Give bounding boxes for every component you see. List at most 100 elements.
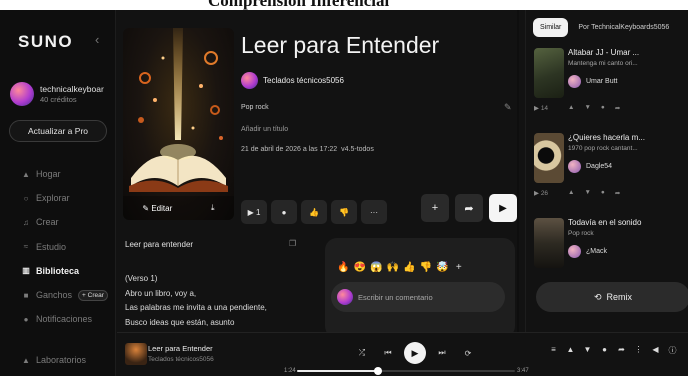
play-icon: ▶ [247, 207, 254, 217]
thumbs-down-icon[interactable]: ▼ [584, 104, 590, 112]
user-profile[interactable]: technicalkeyboar 40 créditos [10, 82, 104, 106]
song-author[interactable]: Teclados técnicos5056 [241, 72, 344, 89]
more-options-icon[interactable]: ⋮ [630, 345, 647, 356]
download-icon[interactable]: ⤓ [211, 203, 215, 213]
studio-icon: ≈ [23, 242, 29, 252]
sidebar-item-label: Estudio [36, 241, 67, 252]
tab-by-author[interactable]: Por TechnicalKeyboards5056 [571, 18, 676, 37]
add-to-playlist-button[interactable]: + [421, 194, 449, 222]
related-song-author[interactable]: ¿Mack [568, 245, 607, 258]
remix-button[interactable]: ⟲ Remix [536, 282, 688, 312]
home-icon: ▲ [22, 169, 30, 179]
add-reaction-icon[interactable]: + [451, 262, 468, 273]
volume-icon[interactable]: ◀ [647, 345, 664, 356]
player-play-button[interactable]: ▶ [404, 342, 426, 364]
related-tabs: Similar Por TechnicalKeyboards5056 [533, 18, 679, 37]
tab-similar[interactable]: Similar [533, 18, 569, 37]
player-thumbnail[interactable] [125, 343, 147, 365]
share-icon[interactable]: ➦ [613, 345, 630, 356]
reaction-raised-hands[interactable]: 🙌 [385, 262, 402, 273]
related-song-title: Altabar JJ - Umar ... [568, 48, 640, 57]
create-hook-button[interactable]: + Crear [78, 289, 108, 301]
chevron-left-icon[interactable]: ‹ [95, 32, 99, 47]
user-credits: 40 créditos [40, 95, 77, 104]
share-button[interactable]: ➦ [455, 194, 483, 222]
sidebar-item-library[interactable]: ▥ Biblioteca [0, 259, 116, 283]
sidebar-item-label: Ganchos [36, 290, 73, 301]
comment-icon[interactable]: ● [601, 189, 605, 197]
suno-logo[interactable]: SUNO [18, 32, 73, 52]
play-count-button[interactable]: ▶ 1 [241, 200, 267, 224]
song-genre: Pop rock [241, 104, 269, 111]
author-name: Teclados técnicos5056 [263, 76, 344, 85]
progress-handle[interactable] [373, 367, 382, 375]
reaction-fire[interactable]: 🔥 [335, 262, 352, 273]
sidebar-item-labs[interactable]: ▲ Laboratorios [0, 348, 86, 372]
queue-icon[interactable]: ≡ [545, 345, 562, 356]
related-song-author[interactable]: Dagle54 [568, 160, 612, 173]
progress-fill [297, 370, 378, 372]
next-icon[interactable]: ⏭ [429, 348, 455, 358]
repeat-icon[interactable]: ⟳ [455, 349, 481, 358]
thumbs-down-icon[interactable]: ▼ [584, 189, 590, 197]
play-icon: ▶ [499, 202, 507, 214]
sidebar-item-home[interactable]: ▲ Hogar [0, 162, 116, 186]
page-caption-strip: Comprensión Inferencial [0, 0, 688, 10]
comment-input[interactable]: Escribir un comentario [331, 282, 505, 312]
share-icon[interactable]: ➦ [615, 104, 620, 112]
page-caption: Comprensión Inferencial [208, 0, 390, 10]
thumbs-up-icon[interactable]: ▲ [562, 345, 579, 356]
pencil-icon: ✎ [142, 203, 150, 213]
progress-bar[interactable] [297, 367, 515, 375]
sidebar-item-explore[interactable]: ○ Explorar [0, 186, 116, 210]
library-icon: ▥ [22, 266, 30, 276]
comment-icon[interactable]: ● [596, 345, 613, 356]
comment-icon[interactable]: ● [601, 104, 605, 112]
lyrics-line: Busco ideas que están, asunto [125, 317, 235, 327]
upgrade-button[interactable]: Actualizar a Pro [9, 120, 107, 142]
main-scrollbar[interactable] [517, 10, 519, 332]
sidebar-item-create[interactable]: ♫ Crear [0, 210, 116, 234]
reaction-mind-blown[interactable]: 🤯 [434, 262, 451, 273]
edit-details-icon[interactable]: ✎ [504, 102, 512, 113]
reaction-thumbs-down[interactable]: 👎 [418, 262, 435, 273]
reaction-scream[interactable]: 😱 [368, 262, 385, 273]
sidebar-item-notifications[interactable]: ● Notificaciones [0, 307, 116, 331]
share-icon[interactable]: ➦ [615, 189, 620, 197]
hooks-icon: ■ [23, 290, 29, 300]
player-song-author[interactable]: Teclados técnicos5056 [148, 356, 214, 363]
related-song-title: Todavía en el sonido [568, 218, 642, 227]
thumbs-down-icon[interactable]: 👎 [331, 200, 357, 224]
sidebar-item-hooks[interactable]: ■ Ganchos + Crear [0, 283, 116, 307]
song-cover[interactable]: ✎ Editar ⤓ [123, 28, 234, 220]
comment-icon[interactable]: ● [271, 200, 297, 224]
more-options-icon[interactable]: ··· [361, 200, 387, 224]
related-song-actions: ▶ 14 ▲ ▼ ● ➦ [534, 104, 684, 112]
edit-cover-button[interactable]: ✎ Editar [142, 204, 172, 213]
reaction-heart-eyes[interactable]: 😍 [352, 262, 369, 273]
thumbs-up-icon[interactable]: ▲ [568, 104, 574, 112]
related-song-author[interactable]: Umar Butt [568, 75, 618, 88]
lyrics-heading: Leer para entender [125, 240, 194, 249]
play-button[interactable]: ▶ [489, 194, 517, 222]
song-date: 21 de abril de 2026 a las 17:22 v4.5-todo… [241, 146, 374, 153]
thumbs-up-icon[interactable]: ▲ [568, 189, 574, 197]
add-title-link[interactable]: Añadir un título [241, 126, 288, 133]
author-name: Umar Butt [586, 78, 618, 85]
previous-icon[interactable]: ⏮ [375, 348, 401, 358]
author-name: Dagle54 [586, 163, 613, 170]
copy-icon[interactable]: ❐ [289, 239, 296, 248]
info-icon[interactable]: ⓘ [664, 345, 681, 356]
play-count-value: 26 [540, 190, 549, 197]
sidebar-item-studio[interactable]: ≈ Estudio [0, 235, 116, 259]
thumbs-up-icon[interactable]: 👍 [301, 200, 327, 224]
player-song-title[interactable]: Leer para Entender [148, 344, 213, 353]
share-icon: ➦ [464, 202, 474, 215]
reaction-thumbs-up[interactable]: 👍 [401, 262, 418, 273]
sidebar-item-label: Explorar [36, 193, 70, 204]
song-thumbnail [534, 218, 564, 268]
shuffle-icon[interactable]: ⤮ [349, 348, 375, 358]
suno-app: SUNO ‹ technicalkeyboar 40 créditos Actu… [0, 10, 688, 376]
thumbs-down-icon[interactable]: ▼ [579, 345, 596, 356]
related-song-actions: ▶ 26 ▲ ▼ ● ➦ [534, 189, 684, 197]
